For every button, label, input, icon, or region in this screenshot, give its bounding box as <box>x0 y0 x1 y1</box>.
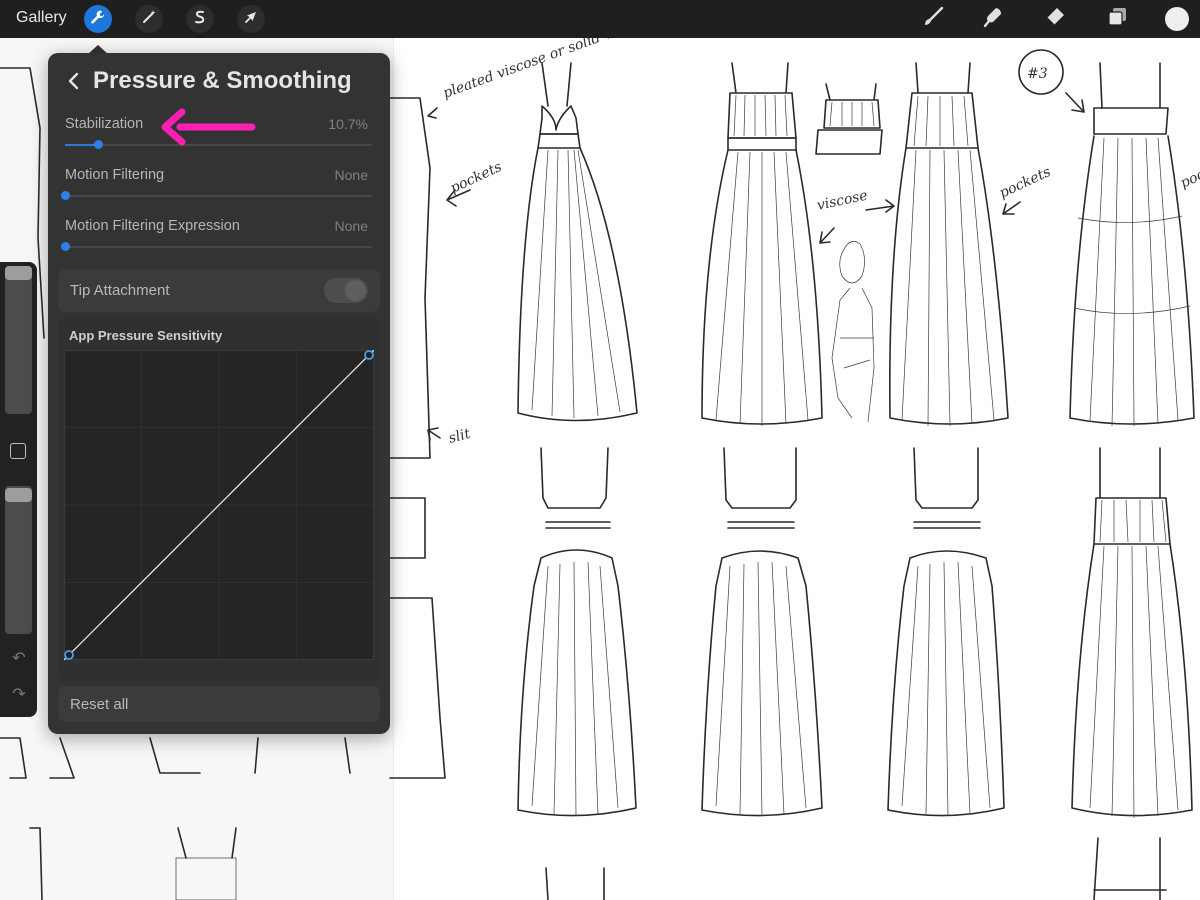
motion-filtering-expression-knob[interactable] <box>61 242 70 251</box>
note-pleated: pleated viscose or solid viscose <box>441 38 655 102</box>
motion-filtering-value: None <box>334 167 368 183</box>
note-slit: slit <box>447 426 473 447</box>
wrench-icon <box>90 9 106 30</box>
stabilization-value: 10.7% <box>328 116 368 132</box>
annotation-arrow-icon <box>160 108 256 153</box>
tip-attachment-row: Tip Attachment <box>58 269 380 312</box>
two-piece-sketch-1 <box>517 447 637 817</box>
tip-attachment-label: Tip Attachment <box>70 282 170 299</box>
dress-sketch-2 <box>701 62 823 426</box>
reset-all-label: Reset all <box>70 696 129 713</box>
stabilization-fill <box>65 144 98 146</box>
adjustments-button[interactable] <box>135 5 163 33</box>
motion-filtering-expression-label: Motion Filtering Expression <box>65 218 240 234</box>
panel-title: Pressure & Smoothing <box>93 67 352 94</box>
note-pockets-1: pockets <box>448 159 504 197</box>
reset-all-button[interactable]: Reset all <box>58 686 380 722</box>
opacity-slider[interactable] <box>5 486 32 634</box>
opacity-thumb[interactable] <box>5 488 32 502</box>
selection-icon <box>192 9 208 30</box>
pressure-smoothing-panel: Pressure & Smoothing Stabilization 10.7%… <box>48 53 390 734</box>
note-pockets-3: pockets <box>1178 154 1200 192</box>
brush-size-thumb[interactable] <box>5 266 32 280</box>
motion-filtering-knob[interactable] <box>61 191 70 200</box>
smudge-button[interactable] <box>980 6 1006 32</box>
transform-button[interactable] <box>237 5 265 33</box>
brush-icon <box>921 5 945 34</box>
eraser-icon <box>1043 5 1067 34</box>
dress-sketch-5 <box>1071 447 1193 819</box>
dress-sketch-3 <box>889 62 1009 427</box>
magic-wand-icon <box>141 9 157 30</box>
gallery-button[interactable]: Gallery <box>16 9 67 27</box>
toggle-knob <box>345 280 366 301</box>
left-sidebar: ↶ ↷ <box>0 262 37 717</box>
note-pockets-2: pockets <box>997 164 1053 202</box>
modify-square-button[interactable] <box>10 443 26 459</box>
color-icon[interactable] <box>1165 7 1189 31</box>
smudge-icon <box>981 5 1005 34</box>
stabilization-knob[interactable] <box>93 140 103 149</box>
brush-button[interactable] <box>920 6 946 32</box>
selection-button[interactable] <box>186 5 214 33</box>
figure-sketch <box>831 241 875 423</box>
redo-icon: ↷ <box>12 686 26 703</box>
redo-button[interactable]: ↷ <box>9 684 29 704</box>
note-number-3: #3 <box>1027 66 1048 82</box>
curve-point-1[interactable] <box>364 350 374 360</box>
layers-button[interactable] <box>1104 6 1130 32</box>
top-toolbar: Gallery <box>0 0 1200 38</box>
undo-icon: ↶ <box>12 650 26 667</box>
eraser-button[interactable] <box>1042 6 1068 32</box>
back-button[interactable] <box>64 69 84 93</box>
two-piece-sketch-2 <box>701 447 823 817</box>
crop-top-sketch <box>815 83 883 155</box>
curve-point-0[interactable] <box>64 650 74 660</box>
chevron-left-icon <box>64 72 84 97</box>
pressure-curve-svg <box>63 349 375 661</box>
brush-size-slider[interactable] <box>5 266 32 414</box>
motion-filtering-expression-slider[interactable] <box>61 242 372 251</box>
pressure-curve-section: App Pressure Sensitivity <box>58 317 380 682</box>
dress-sketch-1 <box>517 62 638 422</box>
transform-arrow-icon <box>243 9 259 30</box>
stabilization-label: Stabilization <box>65 116 144 132</box>
pressure-curve-title: App Pressure Sensitivity <box>69 328 223 343</box>
tip-attachment-toggle[interactable] <box>324 278 368 303</box>
motion-filtering-expression-value: None <box>334 218 368 234</box>
motion-filtering-label: Motion Filtering <box>65 167 165 183</box>
layers-icon <box>1105 5 1129 34</box>
two-piece-sketch-3 <box>887 447 1005 817</box>
motion-filtering-slider[interactable] <box>61 191 372 200</box>
undo-button[interactable]: ↶ <box>9 648 29 668</box>
dress-sketch-4 <box>1069 62 1195 427</box>
note-viscose: viscose <box>816 188 870 214</box>
actions-wrench-button[interactable] <box>84 5 112 33</box>
pressure-curve-graph[interactable] <box>63 349 375 661</box>
